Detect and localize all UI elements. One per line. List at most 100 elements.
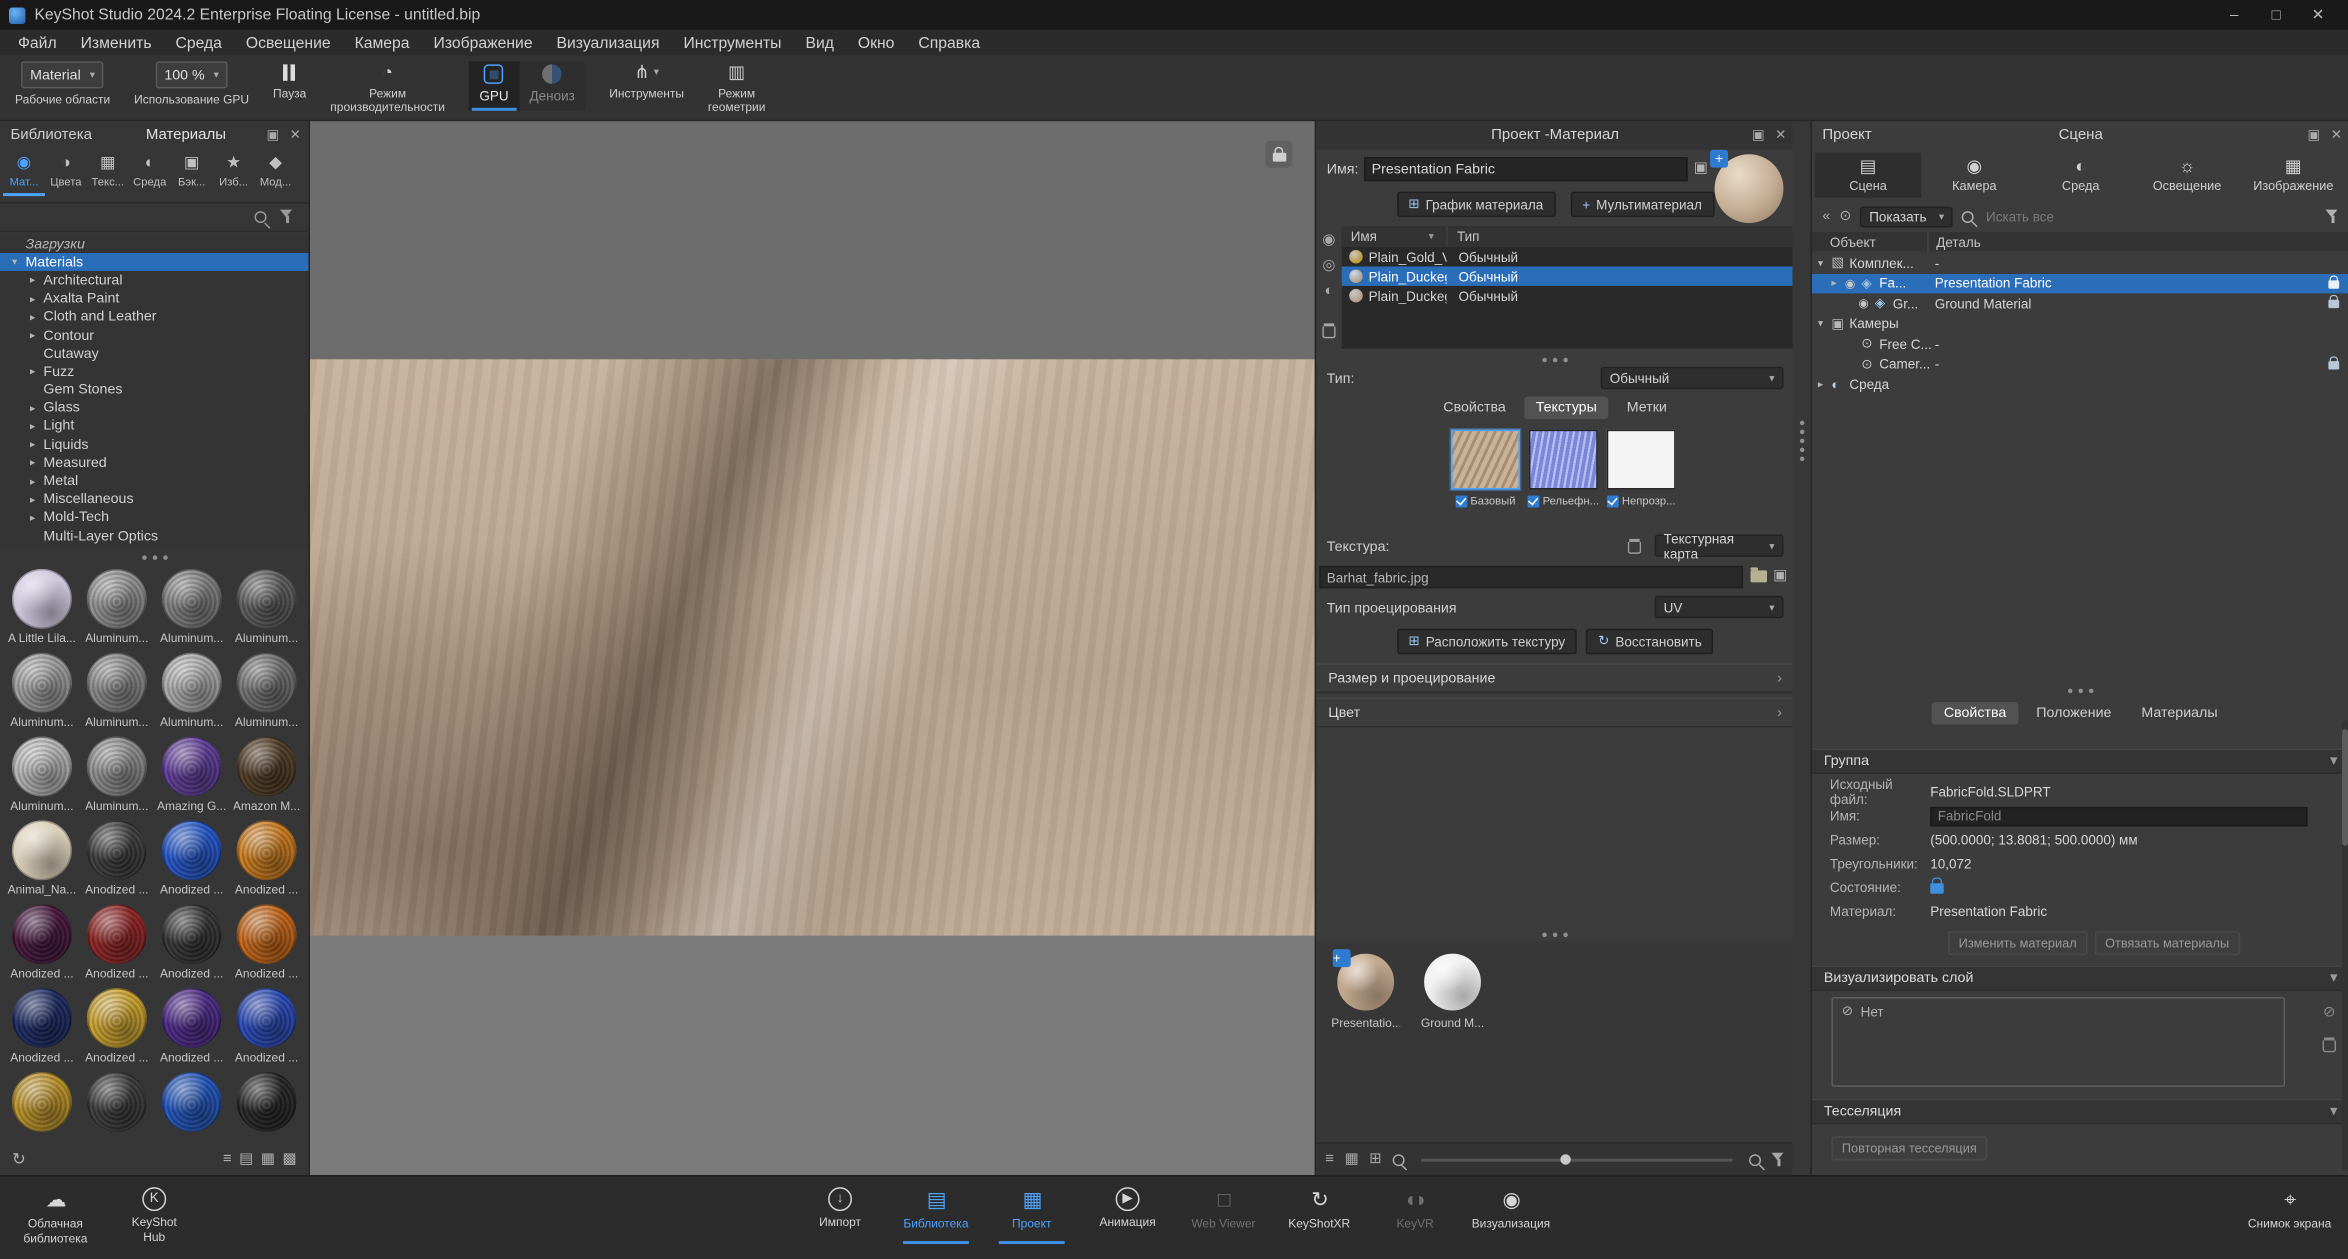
expand-arrow-icon[interactable]: ▸ <box>30 421 43 433</box>
tessellation-section-header[interactable]: Тесселяция ▾ <box>1812 1099 2348 1124</box>
library-tree-item[interactable]: ▸ Cloth and Leather <box>0 308 308 326</box>
material-splitter-grip[interactable] <box>1316 355 1794 365</box>
texture-file-field[interactable]: Barhat_fabric.jpg <box>1319 566 1743 588</box>
zoom-in-icon[interactable] <box>1749 1153 1761 1165</box>
scene-tree-item[interactable]: ◉ ⊙ Camer... - <box>1812 354 2348 374</box>
expand-arrow-icon[interactable]: ▸ <box>30 402 43 414</box>
library-tree-item[interactable]: ▸ Measured <box>0 454 308 472</box>
library-nav-item[interactable]: ★ Изб... <box>213 151 255 196</box>
property-tab[interactable]: Материалы <box>2129 702 2229 724</box>
tools-dropdown[interactable]: ⋔ ▾ <box>634 61 659 82</box>
denoise-toggle[interactable]: Деноиз <box>519 61 585 110</box>
list-view-icon[interactable]: ≡ <box>223 1150 232 1166</box>
material-thumbnail[interactable]: Anodized ... <box>79 901 154 985</box>
menu-item[interactable]: Изображение <box>422 34 545 52</box>
library-tree-item[interactable]: Загрузки <box>0 235 308 253</box>
visibility-eye-icon[interactable]: ◉ <box>1858 297 1874 310</box>
delete-material-icon[interactable] <box>1322 323 1335 338</box>
close-button[interactable]: ✕ <box>2297 7 2339 23</box>
collapsed-section[interactable]: Цвет › <box>1316 698 1794 728</box>
expand-arrow-icon[interactable]: ▸ <box>30 512 43 524</box>
texture-slot[interactable]: Рельефн... <box>1527 430 1599 508</box>
menu-item[interactable]: Среда <box>164 34 234 52</box>
scene-tree-item[interactable]: ▾ ◉ ▣ Камеры <box>1812 314 2348 334</box>
list-view-icon[interactable]: ≡ <box>1325 1151 1334 1167</box>
bottom-nav-item[interactable]: ◖◗ KeyVR <box>1367 1187 1463 1231</box>
material-thumbnail[interactable]: Aluminum... <box>4 650 79 734</box>
position-texture-button[interactable]: ⊞ Расположить текстуру <box>1396 629 1577 654</box>
material-tab[interactable]: Текстуры <box>1524 397 1609 419</box>
browse-folder-icon[interactable] <box>1751 570 1767 582</box>
expand-arrow-icon[interactable]: ▾ <box>1818 318 1831 330</box>
material-name-input[interactable] <box>1364 157 1687 181</box>
float-panel-icon[interactable]: ▣ <box>1752 127 1765 143</box>
texture-checkbox[interactable] <box>1607 495 1619 507</box>
material-thumbnail[interactable]: Aluminum... <box>4 734 79 818</box>
expand-arrow-icon[interactable]: ▸ <box>1831 277 1844 289</box>
material-thumbnail[interactable]: Anodized ... <box>154 817 229 901</box>
expand-arrow-icon[interactable]: ▾ <box>1818 257 1831 269</box>
expand-arrow-icon[interactable]: ▸ <box>30 311 43 323</box>
expand-arrow-icon[interactable]: ▸ <box>30 366 43 378</box>
collapse-all-icon[interactable]: « <box>1822 208 1830 224</box>
performance-mode-icon[interactable]: ◔ <box>382 61 393 82</box>
visibility-eye-icon[interactable]: ◉ <box>1845 277 1861 290</box>
large-grid-view-icon[interactable]: ▩ <box>282 1150 296 1166</box>
library-tree-item[interactable]: ▾ Materials <box>0 253 308 271</box>
scene-tree-item[interactable]: ◉ ◈ Gr... Ground Material <box>1812 293 2348 313</box>
menu-item[interactable]: Окно <box>846 34 907 52</box>
close-panel-icon[interactable]: ✕ <box>2331 127 2342 143</box>
material-thumbnail[interactable] <box>4 1069 79 1136</box>
column-object[interactable]: Объект <box>1812 234 1927 249</box>
scene-tree-item[interactable]: ◉ ⊙ Free C... - <box>1812 334 2348 354</box>
expand-arrow-icon[interactable]: ▸ <box>30 275 43 287</box>
float-panel-icon[interactable]: ▣ <box>2307 127 2320 143</box>
library-tree-item[interactable]: Cutaway <box>0 345 308 363</box>
material-thumbnail[interactable] <box>79 1069 154 1136</box>
remove-from-layer-icon[interactable]: ⊘ <box>2323 1005 2336 1021</box>
library-splitter-grip[interactable] <box>0 552 308 562</box>
material-row[interactable]: Plain_Duckegg Обычный <box>1342 266 1794 285</box>
material-action-button[interactable]: Изменить материал <box>1948 931 2087 955</box>
material-row[interactable]: Plain_Duckegg Обычный <box>1342 286 1794 305</box>
material-thumbnail[interactable]: Anodized ... <box>229 985 304 1069</box>
lock-icon[interactable] <box>2328 295 2339 308</box>
close-panel-icon[interactable]: ✕ <box>1775 127 1786 143</box>
project-tab[interactable]: ◉ Камера <box>1921 153 2027 198</box>
texture-checkbox[interactable] <box>1455 495 1467 507</box>
material-thumbnail[interactable]: Aluminum... <box>229 650 304 734</box>
delete-layer-icon[interactable] <box>2323 1037 2336 1052</box>
bottom-nav-item[interactable]: ▶ Анимация <box>1080 1187 1176 1231</box>
menu-item[interactable]: Изменить <box>69 34 164 52</box>
bottom-nav-item[interactable]: ▤ Библиотека <box>888 1187 984 1231</box>
material-thumbnail[interactable]: Aluminum... <box>79 734 154 818</box>
pause-icon[interactable] <box>284 61 296 82</box>
expand-arrow-icon[interactable]: ▸ <box>30 293 43 305</box>
bottom-nav-item[interactable]: ↓ Импорт <box>792 1187 888 1231</box>
property-tab[interactable]: Положение <box>2024 702 2123 724</box>
texture-map-dropdown[interactable]: Текстурная карта ▾ <box>1655 534 1784 556</box>
column-type[interactable]: Тип <box>1447 226 1794 247</box>
filter-icon[interactable] <box>2326 209 2339 224</box>
viewport-lock-icon[interactable] <box>1265 141 1292 168</box>
multi-material-button[interactable]: + Мультиматериал <box>1570 192 1714 217</box>
material-thumbnail[interactable]: Anodized ... <box>4 901 79 985</box>
material-thumbnail[interactable]: Amazing G... <box>154 734 229 818</box>
expand-arrow-icon[interactable]: ▸ <box>30 457 43 469</box>
project-tab[interactable]: ◐ Среда <box>2028 153 2134 198</box>
library-tree-item[interactable]: ▸ Architectural <box>0 272 308 290</box>
small-grid-view-icon[interactable]: ▤ <box>239 1150 253 1166</box>
material-thumbnail[interactable]: Aluminum... <box>154 650 229 734</box>
material-tab[interactable]: Метки <box>1615 397 1679 419</box>
expand-arrow-icon[interactable]: ▸ <box>30 439 43 451</box>
library-nav-item[interactable]: ◑ Цвета <box>45 151 87 196</box>
scrollbar[interactable] <box>2342 720 2348 1171</box>
library-nav-item[interactable]: ◐ Среда <box>129 151 171 196</box>
material-graph-button[interactable]: ⊞ График материала <box>1396 192 1555 217</box>
close-panel-icon[interactable]: ✕ <box>290 127 301 143</box>
material-thumbnail[interactable]: Aluminum... <box>229 566 304 650</box>
search-icon[interactable] <box>1962 210 1974 222</box>
library-tree-item[interactable]: ▸ Contour <box>0 326 308 344</box>
refresh-icon[interactable]: ↻ <box>12 1149 26 1168</box>
material-thumbnail[interactable]: Anodized ... <box>154 985 229 1069</box>
